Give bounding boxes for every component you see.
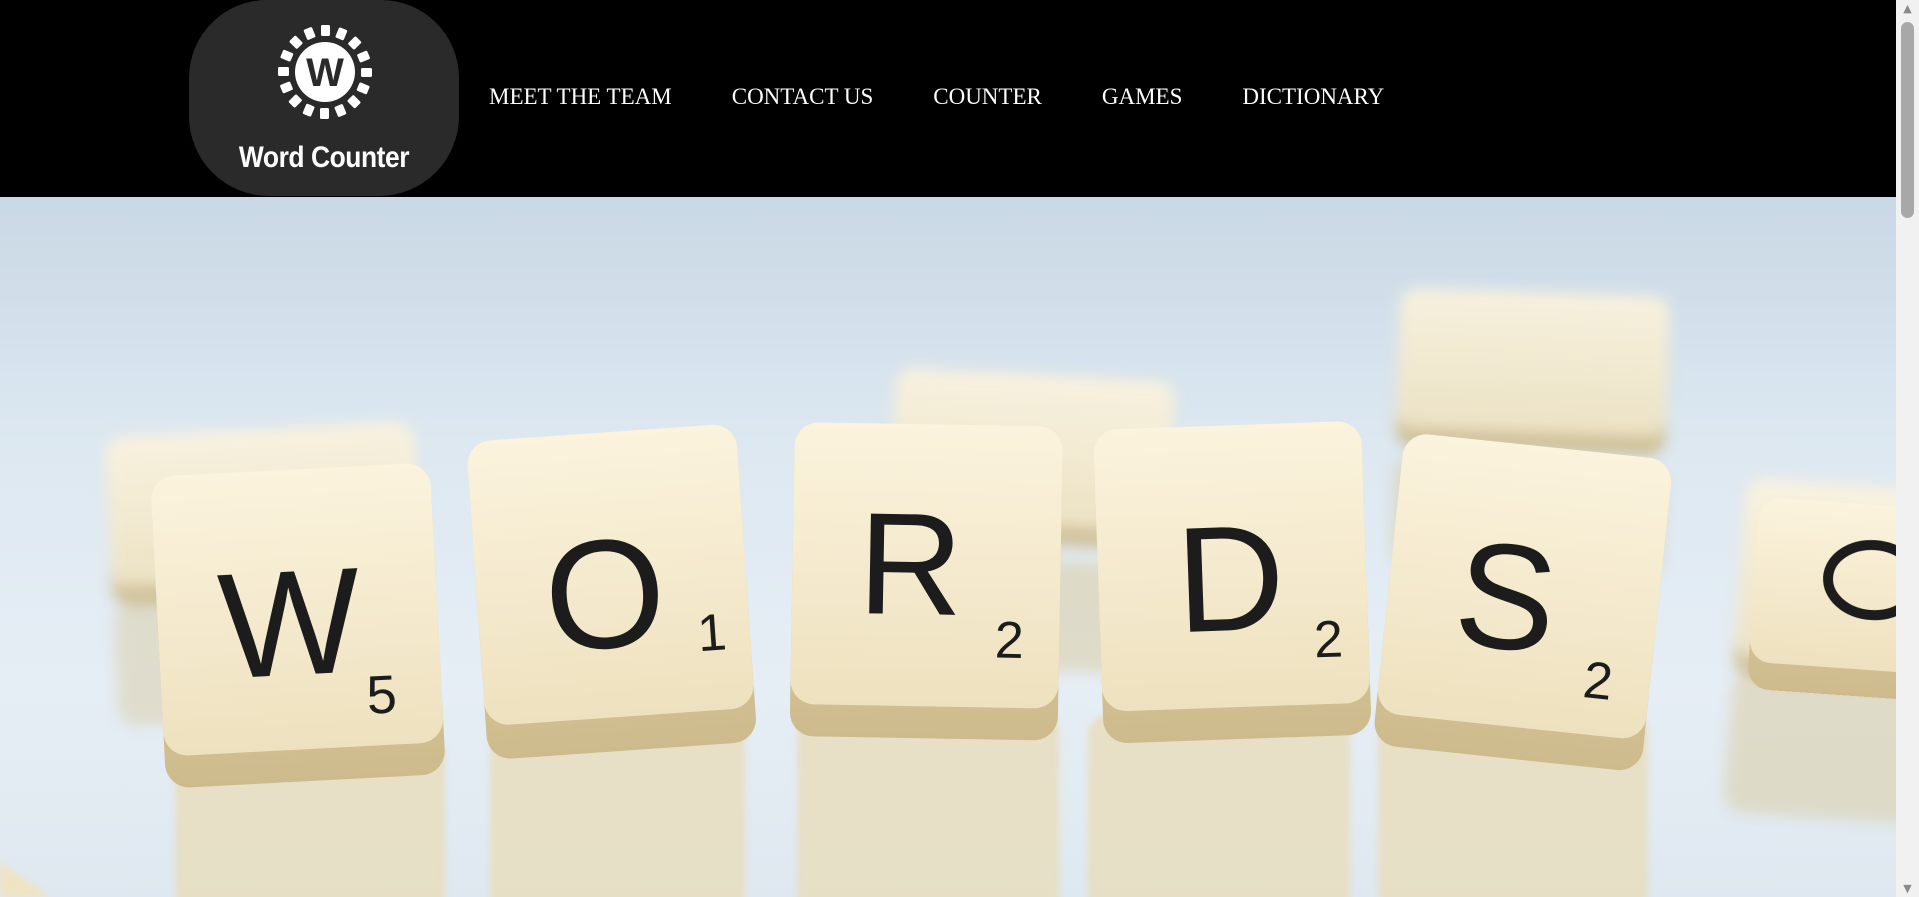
logo-ring-segment [335, 27, 348, 41]
tile-partial-right [1748, 498, 1896, 699]
scroll-down-icon[interactable]: ▼ [1896, 880, 1919, 897]
logo-ring-segment [321, 25, 330, 36]
hero-image: W 5 O 1 R 2 D 2 S 2 [0, 197, 1896, 897]
nav-contact-us[interactable]: CONTACT US [732, 84, 874, 110]
tile-score: 2 [994, 612, 1024, 670]
logo-ring-segment [280, 81, 293, 94]
logo-ring-segment [334, 104, 347, 117]
tile-score: 5 [365, 664, 398, 725]
nav-dictionary[interactable]: DICTIONARY [1242, 84, 1384, 110]
tile-d: D 2 [1093, 421, 1371, 743]
logo-ring-segment [278, 67, 289, 76]
tile-score: 2 [1581, 651, 1616, 712]
site-logo[interactable]: W Word Counter [189, 0, 459, 196]
scroll-thumb[interactable] [1901, 22, 1914, 218]
logo-ring-segment [357, 50, 370, 63]
logo-ring-segment [320, 108, 329, 119]
tile-letter: S [1448, 508, 1565, 686]
nav-meet-the-team[interactable]: MEET THE TEAM [489, 84, 672, 110]
tile-partial-left [0, 862, 50, 897]
logo-ring-segment [356, 82, 370, 95]
logo-ring-segment [280, 49, 294, 62]
logo-ring-segment [302, 103, 315, 117]
scrabble-tiles-illustration: W 5 O 1 R 2 D 2 S 2 [0, 287, 1896, 897]
logo-ring-segment [361, 68, 372, 77]
tile-r: R 2 [789, 422, 1063, 741]
tile-letter: R [857, 482, 965, 646]
tile-o: O 1 [467, 424, 756, 759]
scroll-up-icon[interactable]: ▲ [1896, 0, 1919, 17]
tile-s: S 2 [1374, 434, 1672, 771]
logo-text: Word Counter [238, 141, 410, 174]
logo-ring-segment [289, 35, 303, 49]
logo-ring-segment [347, 95, 361, 109]
vertical-scrollbar[interactable]: ▲ ▼ [1896, 0, 1919, 897]
nav-counter[interactable]: COUNTER [933, 84, 1042, 110]
logo-ring-segment [288, 94, 302, 108]
logo-ring-segment [348, 36, 362, 50]
tile-score: 2 [1313, 610, 1344, 669]
tile-letter: D [1173, 492, 1287, 664]
page: W Word Counter MEET THE TEAM CONTACT US … [0, 0, 1919, 897]
top-navbar: W Word Counter MEET THE TEAM CONTACT US … [0, 0, 1896, 197]
tile-score: 1 [695, 603, 728, 663]
tile-letter: O [539, 504, 671, 685]
tile-letter: W [215, 535, 366, 710]
nav-games[interactable]: GAMES [1102, 84, 1183, 110]
logo-letter: W [306, 51, 344, 95]
main-nav: MEET THE TEAM CONTACT US COUNTER GAMES D… [489, 80, 1444, 114]
logo-ring-segment [303, 27, 316, 40]
tile-w: W 5 [151, 463, 445, 788]
gear-w-logo-icon: W [278, 25, 372, 119]
